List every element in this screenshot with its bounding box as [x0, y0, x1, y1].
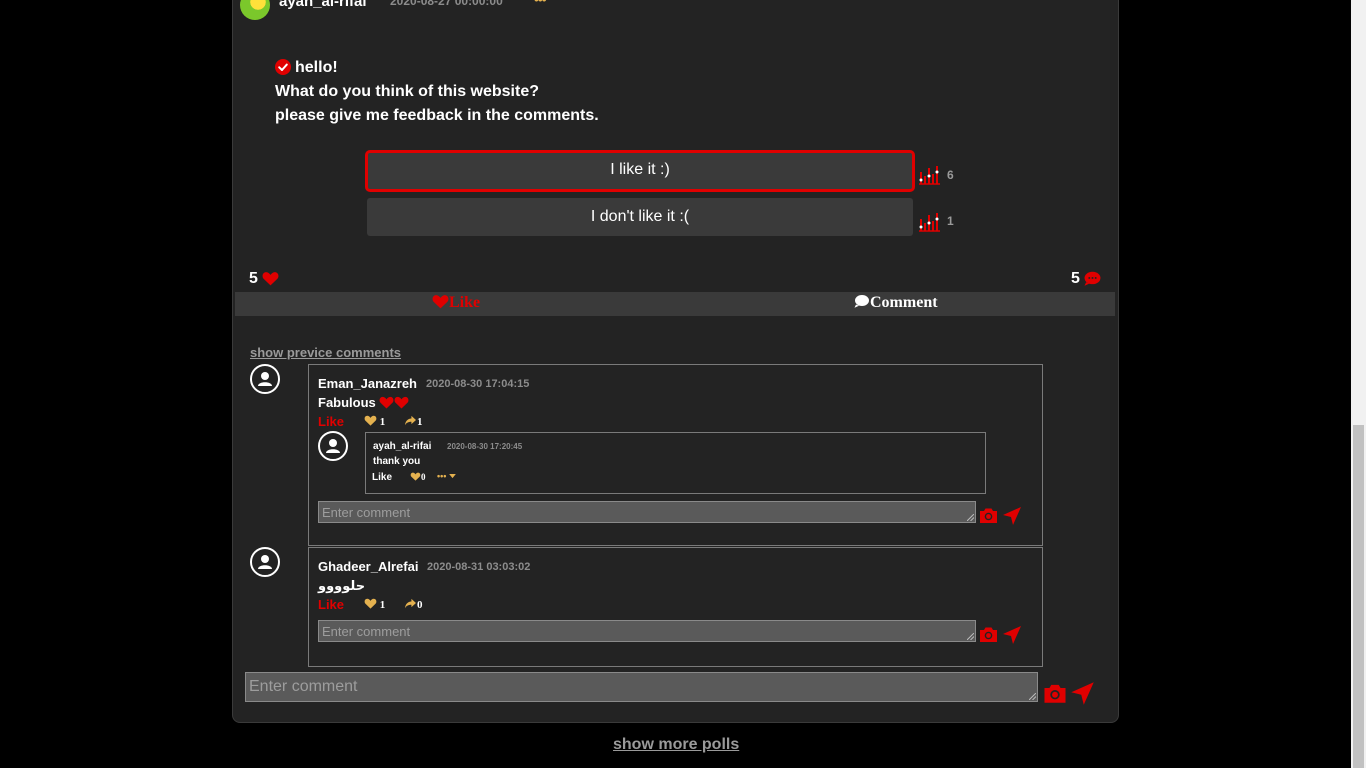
- send-icon[interactable]: [1002, 506, 1022, 526]
- caret-down-icon: [449, 474, 456, 479]
- reply-like-button[interactable]: Like: [372, 472, 392, 483]
- share-count-value: 0: [417, 599, 423, 611]
- like-count-value: 5: [249, 270, 258, 287]
- send-icon[interactable]: [1002, 625, 1022, 645]
- resize-handle-icon[interactable]: [1029, 693, 1036, 700]
- send-icon[interactable]: [1070, 681, 1095, 706]
- post-menu-icon[interactable]: •••: [534, 0, 547, 7]
- heart-count-value: 1: [379, 416, 386, 428]
- post-comment-count[interactable]: 5: [1071, 270, 1101, 288]
- comment-share-count[interactable]: 1: [404, 415, 423, 428]
- comment-button-label: Comment: [870, 294, 938, 311]
- heart-icon: [379, 396, 394, 409]
- heart-count-value: 1: [379, 599, 386, 611]
- comment-date: 2020-08-31 03:03:02: [427, 561, 531, 573]
- like-button-label: Like: [449, 294, 481, 311]
- verified-check-icon: [275, 59, 291, 75]
- comment-like-button[interactable]: Like: [318, 414, 344, 429]
- resize-handle-icon[interactable]: [967, 633, 974, 640]
- poll-count-dislike: 1: [947, 214, 954, 228]
- avatar[interactable]: [250, 364, 280, 394]
- post-like-count[interactable]: 5: [249, 270, 279, 288]
- camera-icon[interactable]: [979, 626, 998, 643]
- heart-icon: [432, 295, 449, 309]
- post-line-2: What do you think of this website?: [275, 83, 539, 100]
- like-button[interactable]: Like: [432, 294, 480, 312]
- heart-icon: [364, 415, 377, 426]
- comment-heart-count[interactable]: 1: [364, 415, 385, 428]
- comment-author[interactable]: Ghadeer_Alrefai: [318, 559, 418, 574]
- reply-author[interactable]: ayah_al-rifai: [373, 441, 431, 452]
- comment-heart-count[interactable]: 1: [364, 598, 385, 611]
- comment-author[interactable]: Eman_Janazreh: [318, 376, 417, 391]
- post-action-bar: [235, 292, 1115, 316]
- comment-count-value: 5: [1071, 270, 1080, 287]
- comment-share-count[interactable]: 0: [404, 598, 423, 611]
- comment-text-value: Fabulous: [318, 395, 376, 410]
- comment-like-button[interactable]: Like: [318, 597, 344, 612]
- bar-chart-icon[interactable]: [919, 211, 941, 233]
- poll-count-like: 6: [947, 168, 954, 182]
- main-comment-input[interactable]: [245, 672, 1038, 702]
- post-author-name[interactable]: ayah_al-rifai: [279, 0, 367, 10]
- comment-button[interactable]: Comment: [854, 294, 938, 312]
- resize-handle-icon[interactable]: [967, 514, 974, 521]
- comment-text: حلوووو: [318, 578, 366, 593]
- show-previous-comments-link[interactable]: show previce comments: [250, 345, 401, 360]
- reply-text: thank you: [373, 456, 421, 467]
- bar-chart-icon[interactable]: [919, 164, 941, 186]
- reply-menu-icon[interactable]: •••: [437, 471, 456, 481]
- scrollbar-thumb[interactable]: [1353, 425, 1364, 768]
- comment-text: Fabulous: [318, 395, 409, 410]
- reply-heart-count[interactable]: 0: [410, 472, 426, 482]
- camera-icon[interactable]: [1043, 683, 1067, 704]
- share-count-value: 1: [417, 416, 423, 428]
- reply-comment-input[interactable]: [318, 620, 976, 642]
- heart-icon: [394, 396, 409, 409]
- post-line-3: please give me feedback in the comments.: [275, 107, 599, 124]
- heart-icon: [410, 472, 421, 481]
- reply-heart-value: 0: [421, 472, 426, 482]
- heart-icon: [262, 272, 279, 286]
- poll-option-like[interactable]: I like it :): [365, 150, 915, 192]
- comment-bubble-icon: [854, 295, 869, 308]
- show-more-polls-link[interactable]: show more polls: [613, 736, 739, 754]
- avatar[interactable]: [250, 547, 280, 577]
- post-line-1: hello!: [295, 59, 338, 76]
- share-arrow-icon: [405, 598, 416, 609]
- reply-date: 2020-08-30 17:20:45: [447, 442, 523, 451]
- post-date: 2020-08-27 00:00:00: [390, 0, 503, 8]
- comment-date: 2020-08-30 17:04:15: [426, 378, 530, 390]
- avatar[interactable]: [318, 431, 348, 461]
- share-arrow-icon: [405, 415, 416, 426]
- reply-menu-dots: •••: [437, 471, 447, 481]
- camera-icon[interactable]: [979, 507, 998, 524]
- reply-comment-input[interactable]: [318, 501, 976, 523]
- poll-option-dislike[interactable]: I don't like it :(: [367, 198, 913, 236]
- heart-icon: [364, 598, 377, 609]
- comment-bubble-icon: [1084, 272, 1101, 286]
